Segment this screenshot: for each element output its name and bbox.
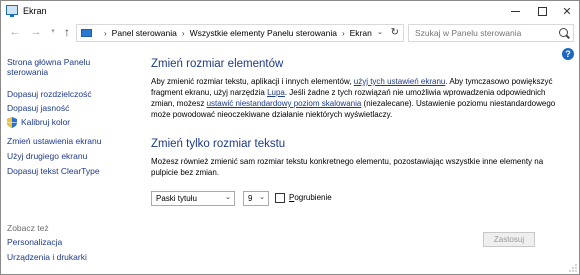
sidebar-item-home[interactable]: Strona główna Panelu sterowania bbox=[7, 57, 107, 77]
close-icon: ✕ bbox=[562, 5, 572, 18]
minimize-icon bbox=[510, 10, 520, 12]
display-icon bbox=[6, 5, 18, 17]
sidebar-item-devices-printers[interactable]: Urządzenia i drukarki bbox=[7, 252, 87, 262]
search-icon[interactable] bbox=[559, 28, 568, 37]
refresh-icon[interactable]: ↻ bbox=[391, 27, 399, 38]
font-size-select[interactable]: 9 ⌄ bbox=[243, 191, 269, 206]
display-settings-link[interactable]: użyj tych ustawień ekranu bbox=[354, 77, 446, 86]
control-panel-window: Ekran ✕ ← → ▾ ↑ › Panel sterowania › Wsz… bbox=[0, 0, 580, 275]
maximize-button[interactable] bbox=[528, 1, 556, 21]
breadcrumb: › Panel sterowania › Wszystkie elementy … bbox=[99, 28, 372, 38]
shield-icon bbox=[7, 117, 17, 128]
back-button[interactable]: ← bbox=[8, 25, 22, 39]
search-box[interactable] bbox=[408, 24, 574, 42]
bold-checkbox-label[interactable]: Pogrubienie bbox=[289, 193, 332, 202]
sidebar-item-second-screen[interactable]: Użyj drugiego ekranu bbox=[7, 151, 87, 161]
address-bar[interactable]: › Panel sterowania › Wszystkie elementy … bbox=[76, 24, 404, 42]
chevron-right-icon[interactable]: › bbox=[182, 29, 185, 38]
address-dropdown-button[interactable]: ⌄ bbox=[377, 28, 383, 36]
see-also-heading: Zobacz też bbox=[7, 223, 49, 233]
forward-button[interactable]: → bbox=[29, 25, 43, 39]
control-panel-icon bbox=[81, 29, 92, 37]
breadcrumb-item[interactable]: Panel sterowania bbox=[112, 28, 177, 38]
chevron-down-icon: ⌄ bbox=[259, 194, 265, 201]
sidebar-item-cleartype[interactable]: Dopasuj tekst ClearType bbox=[7, 166, 100, 176]
resize-description: Aby zmienić rozmiar tekstu, aplikacji i … bbox=[151, 76, 556, 120]
text-size-description: Możesz również zmienić sam rozmiar tekst… bbox=[151, 157, 544, 177]
section-heading-resize: Zmień rozmiar elementów bbox=[151, 58, 284, 70]
title-bar[interactable]: Ekran ✕ bbox=[1, 1, 579, 21]
bold-checkbox[interactable] bbox=[275, 193, 285, 203]
bold-label-rest: ogrubienie bbox=[294, 193, 332, 202]
breadcrumb-item[interactable]: Ekran bbox=[350, 28, 372, 38]
element-select-value: Paski tytułu bbox=[156, 194, 197, 203]
maximize-icon bbox=[537, 6, 547, 16]
breadcrumb-item[interactable]: Wszystkie elementy Panelu sterowania bbox=[190, 28, 337, 38]
font-size-select-value: 9 bbox=[248, 194, 253, 203]
chevron-down-icon: ▾ bbox=[51, 28, 55, 35]
sidebar-item-display-settings[interactable]: Zmień ustawienia ekranu bbox=[7, 136, 102, 146]
help-icon[interactable]: ? bbox=[562, 48, 574, 60]
resize-grip-icon[interactable] bbox=[569, 264, 577, 272]
minimize-button[interactable] bbox=[501, 1, 529, 21]
text-size-controls: Paski tytułu ⌄ 9 ⌄ Pogrubienie bbox=[151, 191, 451, 207]
up-button[interactable]: ↑ bbox=[60, 25, 74, 39]
custom-scaling-link[interactable]: ustawić niestandardowy poziom skalowania bbox=[207, 99, 362, 108]
apply-button[interactable]: Zastosuj bbox=[483, 232, 535, 247]
window-title: Ekran bbox=[23, 6, 47, 16]
arrow-right-icon: → bbox=[30, 26, 42, 38]
description-text: Aby zmienić rozmiar tekstu, aplikacji i … bbox=[151, 77, 354, 86]
sidebar-item-brightness[interactable]: Dopasuj jasność bbox=[7, 103, 69, 113]
section-heading-text-size: Zmień tylko rozmiar tekstu bbox=[151, 138, 286, 150]
sidebar-item-resolution[interactable]: Dopasuj rozdzielczość bbox=[7, 89, 92, 99]
sidebar-item-personalization[interactable]: Personalizacja bbox=[7, 237, 62, 247]
arrow-left-icon: ← bbox=[9, 26, 21, 38]
chevron-right-icon[interactable]: › bbox=[104, 29, 107, 38]
sidebar-item-calibrate-color[interactable]: Kalibruj kolor bbox=[21, 117, 70, 127]
arrow-up-icon: ↑ bbox=[64, 25, 70, 39]
chevron-down-icon: ⌄ bbox=[225, 194, 231, 201]
close-button[interactable]: ✕ bbox=[553, 1, 580, 21]
search-input[interactable] bbox=[415, 27, 555, 39]
recent-locations-button[interactable]: ▾ bbox=[46, 25, 60, 39]
navigation-bar: ← → ▾ ↑ › Panel sterowania › Wszystkie e… bbox=[1, 22, 579, 44]
magnifier-link[interactable]: Lupa bbox=[267, 88, 285, 97]
chevron-right-icon[interactable]: › bbox=[342, 29, 345, 38]
element-select[interactable]: Paski tytułu ⌄ bbox=[151, 191, 235, 206]
